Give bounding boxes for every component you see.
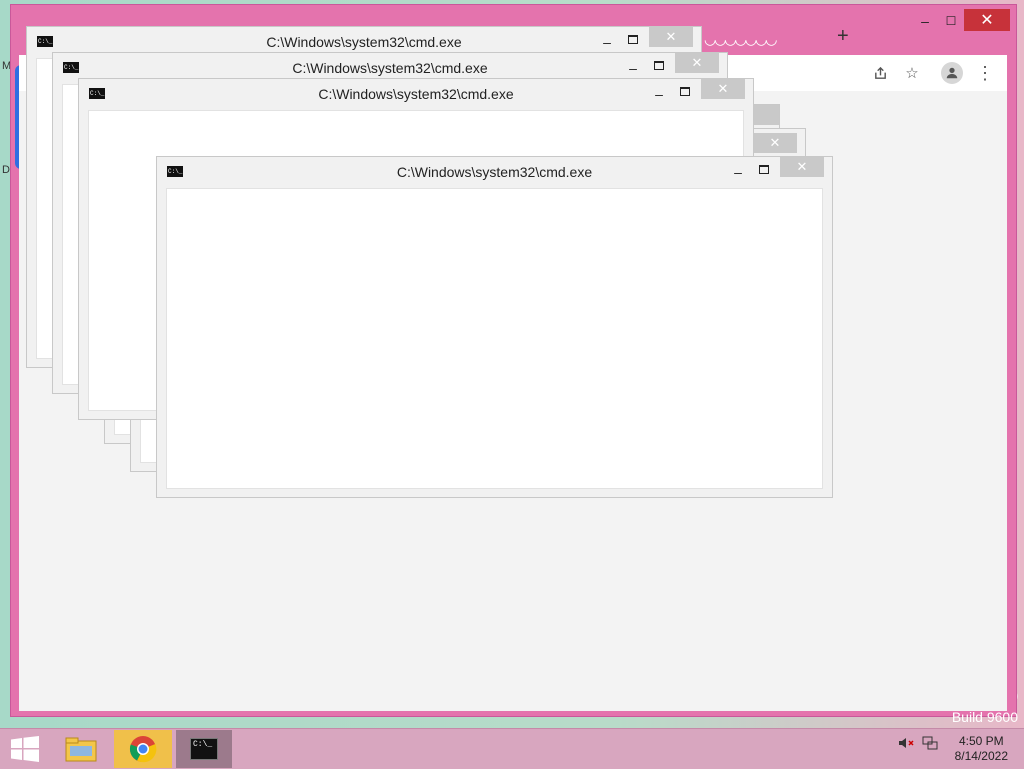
cmd-close-button[interactable]: ✕ bbox=[649, 27, 693, 47]
clock-time: 4:50 PM bbox=[958, 734, 1004, 748]
taskbar: C:\_ 4:50 PM 8/14/2022 bbox=[0, 728, 1024, 769]
cmd-client-area bbox=[166, 188, 823, 489]
command-prompt-icon[interactable]: C:\_ bbox=[176, 730, 232, 768]
share-icon[interactable] bbox=[869, 62, 891, 84]
tab-decoration: ◡◡◡◡◡◡◡ bbox=[704, 31, 778, 47]
cmd-minimize-button[interactable]: – bbox=[649, 84, 669, 102]
build-watermark: Build 9600 bbox=[951, 709, 1018, 725]
chrome-minimize-button[interactable]: – bbox=[912, 11, 938, 31]
cmd-minimize-button[interactable]: – bbox=[623, 58, 643, 76]
system-clock[interactable]: 4:50 PM 8/14/2022 bbox=[955, 734, 1008, 764]
google-chrome-icon[interactable] bbox=[114, 730, 172, 768]
windows-start-icon[interactable] bbox=[0, 730, 50, 768]
desktop-label-d: D bbox=[2, 164, 10, 176]
cmd-taskbar-glyph: C:\_ bbox=[190, 738, 218, 760]
volume-muted-icon[interactable] bbox=[898, 735, 914, 754]
cmd-close-button[interactable]: ✕ bbox=[753, 133, 797, 153]
star-icon[interactable]: ☆ bbox=[901, 62, 923, 84]
cmd-maximize-button[interactable] bbox=[675, 82, 695, 100]
network-icon[interactable] bbox=[922, 735, 938, 754]
more-vert-icon[interactable]: ⋮ bbox=[974, 62, 996, 84]
cmd-maximize-button[interactable] bbox=[649, 56, 669, 74]
clock-date: 8/14/2022 bbox=[954, 749, 1008, 763]
cmd-minimize-button[interactable]: – bbox=[728, 162, 748, 180]
cmd-close-button[interactable]: ✕ bbox=[675, 53, 719, 73]
new-tab-button[interactable]: + bbox=[837, 25, 849, 48]
cmd-maximize-button[interactable] bbox=[623, 30, 643, 48]
chrome-close-button[interactable]: ✕ bbox=[964, 9, 1010, 31]
chrome-maximize-button[interactable]: ☐ bbox=[938, 11, 964, 31]
file-explorer-icon[interactable] bbox=[58, 730, 104, 768]
cmd-minimize-button[interactable]: – bbox=[597, 32, 617, 50]
cmd-close-button[interactable]: ✕ bbox=[701, 79, 745, 99]
cmd-maximize-button[interactable] bbox=[754, 160, 774, 178]
profile-icon[interactable] bbox=[941, 62, 963, 84]
cmd-close-button[interactable]: ✕ bbox=[780, 157, 824, 177]
cmd-window-active[interactable]: C:\_ C:\Windows\system32\cmd.exe – ✕ bbox=[156, 156, 833, 498]
